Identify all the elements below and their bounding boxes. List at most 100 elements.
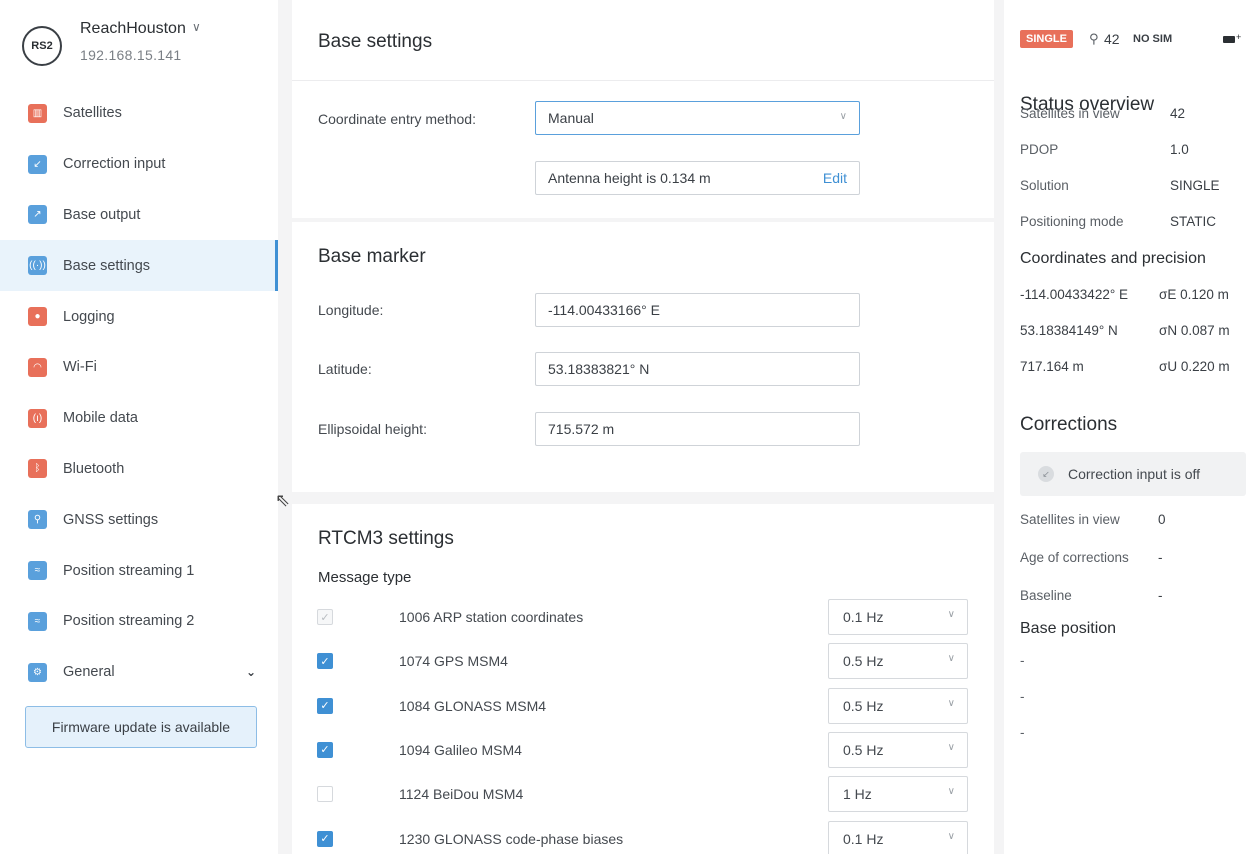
status-label: Age of corrections (1020, 550, 1129, 565)
message-rate-select[interactable]: 0.5 Hz ∨ (828, 731, 968, 768)
sidebar-item-gnss-settings[interactable]: ⚲ GNSS settings (0, 494, 278, 545)
sidebar-item-label: GNSS settings (63, 511, 159, 528)
bluetooth-icon: ᛒ (28, 459, 47, 479)
ellipsoidal-height-label: Ellipsoidal height: (318, 421, 427, 437)
edit-antenna-button[interactable]: Edit (823, 170, 847, 186)
sidebar-item-base-output[interactable]: ↗ Base output (0, 190, 278, 241)
base-settings-icon: ((·)) (28, 256, 47, 276)
logging-icon: ● (28, 307, 47, 327)
base-position-value: - (1020, 689, 1025, 704)
message-rate-value: 0.5 Hz (843, 653, 884, 670)
firmware-update-notice[interactable]: Firmware update is available (25, 706, 257, 748)
message-rate-select[interactable]: 0.1 Hz ∨ (828, 599, 968, 635)
message-rate-value: 1 Hz (843, 786, 872, 803)
device-logo: RS2 (22, 26, 62, 66)
status-label: Solution (1020, 178, 1069, 193)
battery-icon (1223, 36, 1235, 43)
satellites-icon: ▥ (28, 103, 47, 123)
corrections-title: Corrections (1020, 414, 1118, 435)
device-name[interactable]: ReachHouston (80, 20, 186, 38)
sidebar-item-label: Mobile data (63, 410, 138, 427)
message-row: ✓ 1230 GLONASS code-phase biases 0.1 Hz ∨ (292, 818, 994, 854)
sidebar-item-bluetooth[interactable]: ᛒ Bluetooth (0, 444, 278, 495)
sidebar-item-logging[interactable]: ● Logging (0, 291, 278, 342)
coordinates-title: Coordinates and precision (1020, 250, 1206, 267)
wifi-icon: ◠ (28, 357, 47, 377)
mouse-cursor-icon: ⇖ (275, 490, 291, 510)
message-row: ✓ 1074 GPS MSM4 0.5 Hz ∨ (292, 640, 994, 684)
base-output-icon: ↗ (28, 205, 47, 225)
correction-input-icon: ↙ (1038, 466, 1054, 482)
message-checkbox[interactable] (317, 786, 333, 803)
device-switcher[interactable]: RS2 ReachHouston ∨ 192.168.15.141 (22, 14, 272, 74)
chevron-down-icon: ∨ (947, 741, 955, 753)
message-checkbox: ✓ (317, 609, 333, 625)
chevron-down-icon: ∨ (947, 786, 955, 798)
message-checkbox[interactable]: ✓ (317, 830, 333, 847)
message-label: 1006 ARP station coordinates (399, 609, 584, 625)
chevron-down-icon: ∨ (839, 111, 847, 122)
latitude-value: 53.18383821° N (548, 361, 650, 377)
status-label: Baseline (1020, 588, 1072, 603)
coordinate-entry-label: Coordinate entry method: (318, 111, 476, 127)
message-checkbox[interactable]: ✓ (317, 741, 333, 758)
status-value: 1.0 (1170, 142, 1189, 157)
chevron-down-icon[interactable]: ⌄ (246, 665, 256, 679)
sidebar-item-label: Position streaming 2 (63, 613, 195, 630)
chevron-down-icon: ∨ (947, 697, 955, 709)
satellite-icon: ⚲ (1089, 31, 1099, 46)
status-panel: SINGLE ⚲ 42 NO SIM + Status overview Sat… (1004, 0, 1253, 854)
sidebar-item-label: Satellites (63, 105, 122, 122)
chevron-down-icon: ∨ (947, 830, 955, 842)
position-streaming-icon: ≈ (28, 611, 47, 631)
message-rate-select[interactable]: 1 Hz ∨ (828, 776, 968, 813)
message-rate-select[interactable]: 0.5 Hz ∨ (828, 643, 968, 680)
message-label: 1230 GLONASS code-phase biases (399, 830, 624, 847)
sidebar-item-base-settings[interactable]: ((·)) Base settings (0, 240, 278, 292)
longitude-label: Longitude: (318, 302, 384, 318)
message-row: ✓ 1006 ARP station coordinates 0.1 Hz ∨ (292, 596, 994, 640)
base-settings-card: Base settings Coordinate entry method: M… (292, 0, 994, 218)
sidebar-item-position-streaming-1[interactable]: ≈ Position streaming 1 (0, 545, 278, 596)
coordinate-value: -114.00433422° E (1020, 287, 1128, 302)
sidebar-item-correction-input[interactable]: ↙ Correction input (0, 139, 278, 190)
message-checkbox[interactable]: ✓ (317, 697, 333, 714)
message-checkbox[interactable]: ✓ (317, 653, 333, 670)
satellite-count: 42 (1104, 31, 1120, 47)
precision-value: σN 0.087 m (1159, 323, 1230, 338)
sidebar-item-label: Base output (63, 206, 141, 223)
ellipsoidal-height-input[interactable]: 715.572 m (535, 412, 860, 446)
mobile-data-icon: (ı) (28, 408, 47, 428)
coordinate-entry-select[interactable]: Manual ∨ (535, 101, 860, 135)
general-icon: ⚙ (28, 662, 47, 682)
sidebar-item-satellites[interactable]: ▥ Satellites (0, 88, 278, 139)
precision-value: σE 0.120 m (1159, 287, 1229, 302)
sidebar-item-general[interactable]: ⚙ General ⌄ (0, 647, 278, 698)
rtcm3-title: RTCM3 settings (318, 528, 454, 549)
status-value: SINGLE (1170, 178, 1220, 193)
message-row: ✓ 1084 GLONASS MSM4 0.5 Hz ∨ (292, 685, 994, 729)
message-rate-select[interactable]: 0.5 Hz ∨ (828, 687, 968, 724)
sidebar-item-wi-fi[interactable]: ◠ Wi-Fi (0, 342, 278, 393)
sidebar-item-label: Correction input (63, 156, 166, 173)
base-position-title: Base position (1020, 620, 1117, 637)
ellipsoidal-height-value: 715.572 m (548, 421, 615, 437)
message-rate-value: 0.5 Hz (843, 741, 884, 758)
status-value: - (1158, 550, 1163, 565)
latitude-input[interactable]: 53.18383821° N (535, 352, 860, 386)
device-ip: 192.168.15.141 (80, 47, 182, 63)
latitude-label: Latitude: (318, 361, 372, 377)
status-value: 0 (1158, 512, 1166, 527)
longitude-input[interactable]: -114.00433166° E (535, 293, 860, 327)
chevron-down-icon[interactable]: ∨ (192, 20, 201, 34)
message-rate-value: 0.1 Hz (843, 830, 884, 847)
sidebar-item-label: Bluetooth (63, 460, 125, 477)
correction-input-icon: ↙ (28, 154, 47, 174)
status-bar: SINGLE ⚲ 42 NO SIM + (1020, 30, 1250, 50)
message-rate-select[interactable]: 0.1 Hz ∨ (828, 820, 968, 854)
rtcm3-card: RTCM3 settings Message type ✓ 1006 ARP st… (292, 504, 994, 854)
sidebar-nav: ▥ Satellites ↙ Correction input ↗ Base output… (0, 88, 278, 698)
sidebar-item-mobile-data[interactable]: (ı) Mobile data (0, 393, 278, 444)
base-marker-title: Base marker (318, 246, 426, 267)
sidebar-item-position-streaming-2[interactable]: ≈ Position streaming 2 (0, 596, 278, 647)
